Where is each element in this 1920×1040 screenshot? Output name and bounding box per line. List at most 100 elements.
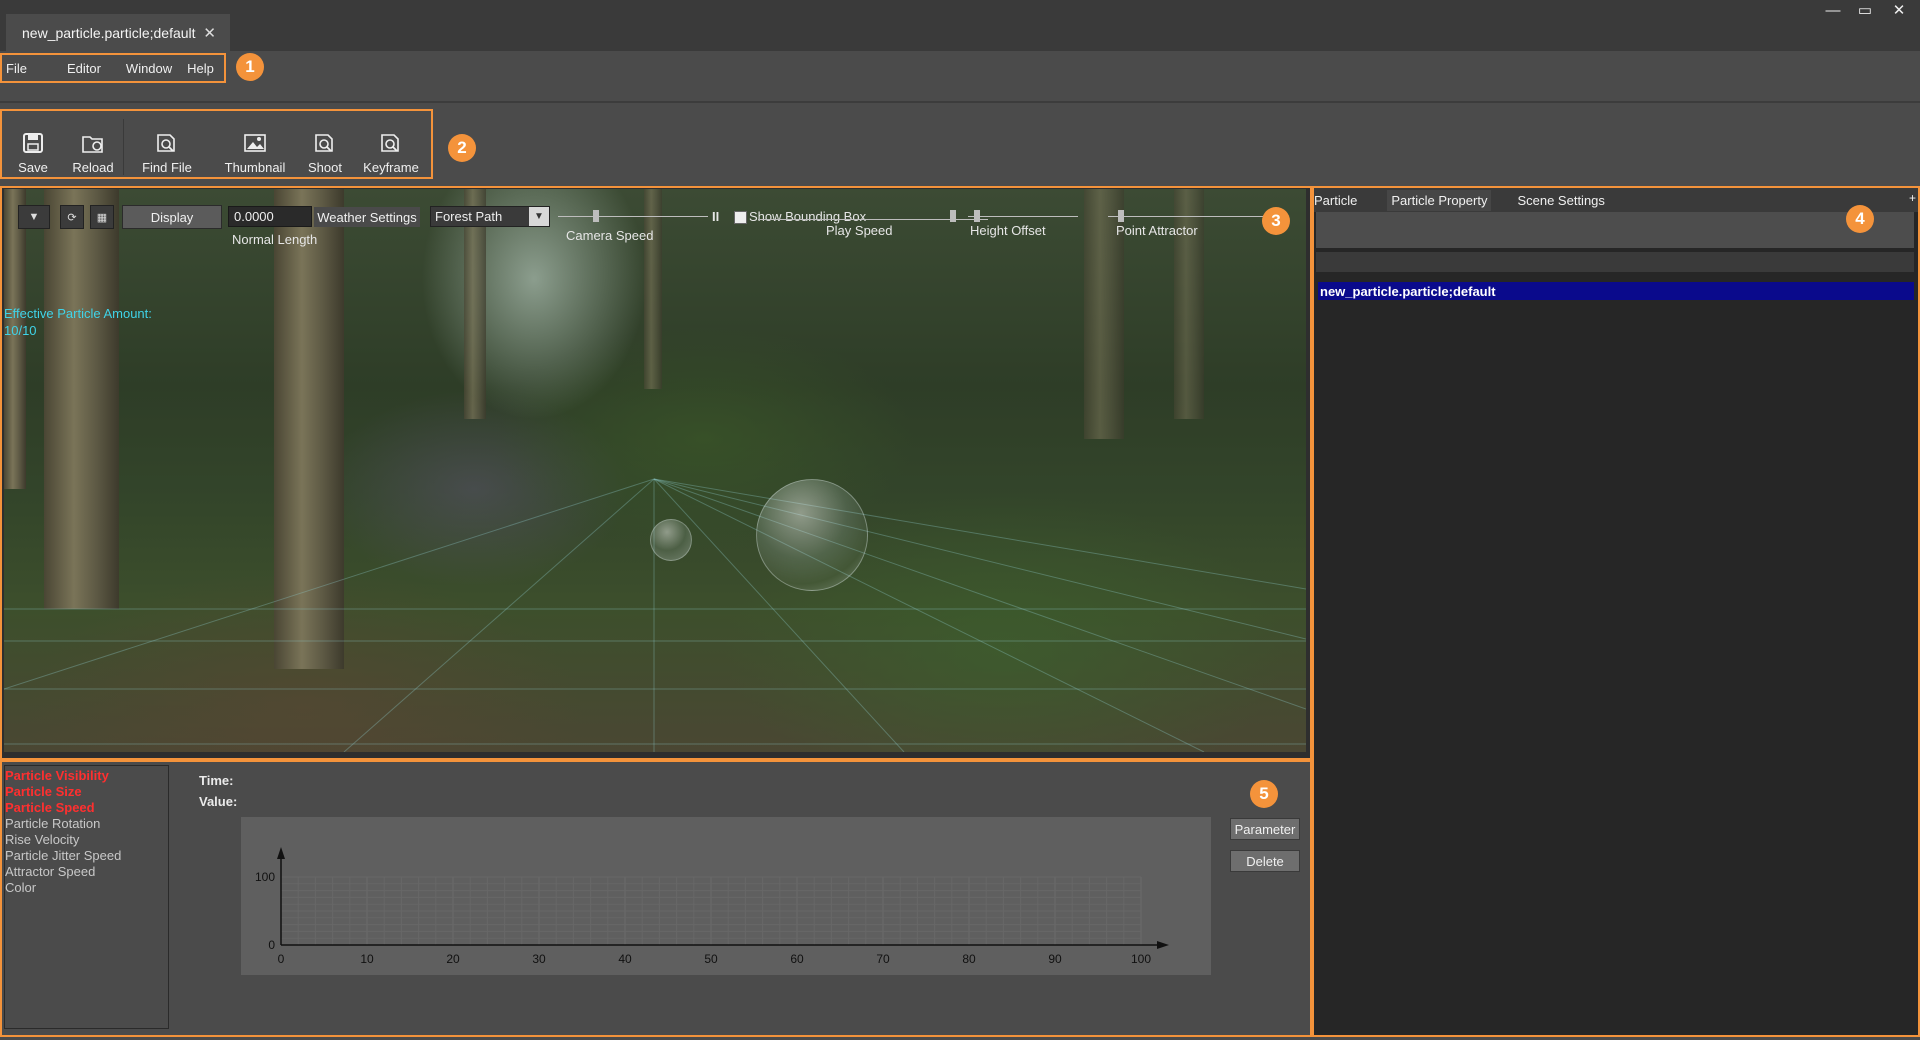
save-button[interactable]: Save — [8, 117, 58, 175]
x-tick-label: 20 — [446, 952, 460, 966]
chevron-down-icon: ▼ — [28, 211, 40, 223]
chevron-down-icon: ▼ — [529, 207, 549, 226]
x-axis-arrow-icon — [1157, 941, 1169, 949]
reload-icon — [82, 136, 103, 153]
effective-particle-value: 10/10 — [4, 323, 37, 338]
right-panel-header — [1316, 212, 1914, 248]
y-tick-label: 0 — [268, 938, 275, 952]
param-item-rotation[interactable]: Particle Rotation — [5, 816, 168, 832]
x-tick-label: 70 — [876, 952, 890, 966]
menu-editor[interactable]: Editor — [67, 61, 101, 76]
close-window-button[interactable]: ✕ — [1882, 0, 1916, 20]
x-tick-label: 0 — [278, 952, 285, 966]
scene-viewport[interactable]: Effective Particle Amount: 10/10 — [4, 189, 1306, 752]
find-file-icon — [157, 134, 175, 152]
pause-button[interactable]: II — [712, 209, 719, 224]
maximize-button[interactable]: ▭ — [1848, 0, 1882, 20]
show-bounding-box-checkbox[interactable] — [734, 211, 747, 224]
x-tick-label: 60 — [790, 952, 804, 966]
tree-item-selected[interactable]: new_particle.particle;default — [1318, 282, 1914, 300]
camera-speed-track — [558, 216, 708, 217]
height-offset-slider[interactable] — [974, 210, 980, 222]
weather-settings-button[interactable]: Weather Settings — [314, 207, 420, 227]
find-file-button[interactable]: Find File — [132, 117, 202, 175]
scene-select[interactable]: Forest Path ▼ — [430, 206, 550, 227]
param-item-size[interactable]: Particle Size — [5, 784, 168, 800]
keyframe-label: Keyframe — [363, 160, 419, 175]
tab-scene-settings[interactable]: Scene Settings — [1517, 193, 1604, 208]
thumbnail-label: Thumbnail — [224, 160, 286, 175]
viewport-controls: ▼ ⟳ ▦ Display Normal Length Weather Sett… — [18, 205, 1308, 247]
toolbar: Save Reload Find File Thumbnail Shoot Ke… — [0, 109, 433, 179]
tab-particle[interactable]: Particle — [1314, 193, 1357, 208]
shoot-button[interactable]: Shoot — [300, 117, 350, 175]
parameter-button[interactable]: Parameter — [1230, 818, 1300, 840]
curve-axes — [277, 847, 1169, 949]
annotation-badge-2: 2 — [448, 134, 476, 162]
grid-icon: ▦ — [96, 211, 108, 224]
reload-button[interactable]: Reload — [64, 117, 122, 175]
save-icon — [23, 133, 43, 153]
normal-length-input[interactable] — [228, 206, 312, 227]
show-bounding-box-label: Show Bounding Box — [749, 209, 867, 224]
shoot-icon — [315, 134, 333, 152]
x-tick-label: 40 — [618, 952, 632, 966]
find-file-label: Find File — [142, 160, 192, 175]
display-button[interactable]: Display — [122, 205, 222, 229]
grid-toggle-button[interactable]: ▦ — [90, 205, 114, 229]
menu-window[interactable]: Window — [126, 61, 172, 76]
close-icon: ✕ — [1892, 2, 1906, 19]
close-tab-icon[interactable]: ✕ — [203, 24, 216, 42]
point-attractor-slider[interactable] — [1118, 210, 1124, 222]
param-item-color[interactable]: Color — [5, 880, 168, 896]
tab-particle-property[interactable]: Particle Property — [1387, 189, 1492, 211]
param-item-rise-velocity[interactable]: Rise Velocity — [5, 832, 168, 848]
right-panel-tabs: Particle Particle Property Scene Setting… — [1314, 188, 1918, 212]
curve-graph[interactable]: 0 10 20 30 40 50 60 70 80 90 100 100 0 — [241, 817, 1211, 975]
x-tick-label: 50 — [704, 952, 718, 966]
reset-view-button[interactable]: ⟳ — [60, 205, 84, 229]
menu-file[interactable]: File — [6, 61, 27, 76]
annotation-badge-3: 3 — [1262, 207, 1290, 235]
reload-label: Reload — [72, 160, 114, 175]
shoot-label: Shoot — [308, 160, 342, 175]
bubble-particle — [650, 519, 692, 561]
thumbnail-icon — [244, 134, 266, 152]
height-offset-label: Height Offset — [970, 223, 1046, 238]
view-dropdown-button[interactable]: ▼ — [18, 205, 50, 229]
right-panel-frame — [1312, 186, 1920, 1037]
menu-bar: File Editor Window Help — [0, 53, 226, 83]
curve-chart-area[interactable]: 0 10 20 30 40 50 60 70 80 90 100 100 0 — [241, 817, 1211, 975]
keyframe-button[interactable]: Keyframe — [358, 117, 424, 175]
effective-particle-label: Effective Particle Amount: — [4, 306, 152, 321]
minimize-button[interactable]: — — [1816, 0, 1850, 20]
panel-pin-icon[interactable]: + — [1909, 191, 1916, 205]
x-tick-label: 90 — [1048, 952, 1062, 966]
menu-help[interactable]: Help — [187, 61, 214, 76]
param-item-attractor-speed[interactable]: Attractor Speed — [5, 864, 168, 880]
point-attractor-track — [1108, 216, 1278, 217]
value-label: Value: — [199, 794, 238, 809]
ground-grid — [4, 478, 1306, 752]
parameter-list: Particle Visibility Particle Size Partic… — [4, 765, 169, 1029]
document-tab[interactable]: new_particle.particle;default ✕ — [6, 14, 230, 51]
param-item-jitter-speed[interactable]: Particle Jitter Speed — [5, 848, 168, 864]
restore-icon: ▭ — [1857, 2, 1873, 19]
title-bar — [0, 0, 1920, 51]
x-tick-label: 100 — [1131, 952, 1151, 966]
camera-speed-slider[interactable] — [593, 210, 599, 222]
thumbnail-button[interactable]: Thumbnail — [216, 117, 294, 175]
tree-filter-bar[interactable] — [1316, 252, 1914, 272]
point-attractor-label: Point Attractor — [1116, 223, 1198, 238]
annotation-badge-4: 4 — [1846, 205, 1874, 233]
play-speed-slider[interactable] — [950, 210, 956, 222]
param-item-speed[interactable]: Particle Speed — [5, 800, 168, 816]
x-tick-label: 80 — [962, 952, 976, 966]
param-item-visibility[interactable]: Particle Visibility — [5, 768, 168, 784]
scene-select-value: Forest Path — [435, 209, 503, 224]
y-tick-label: 100 — [255, 870, 275, 884]
delete-button[interactable]: Delete — [1230, 850, 1300, 872]
annotation-badge-1: 1 — [236, 53, 264, 81]
height-offset-track — [968, 216, 1078, 217]
particle-editor-window: new_particle.particle;default ✕ — ▭ ✕ Fi… — [0, 0, 1920, 1040]
